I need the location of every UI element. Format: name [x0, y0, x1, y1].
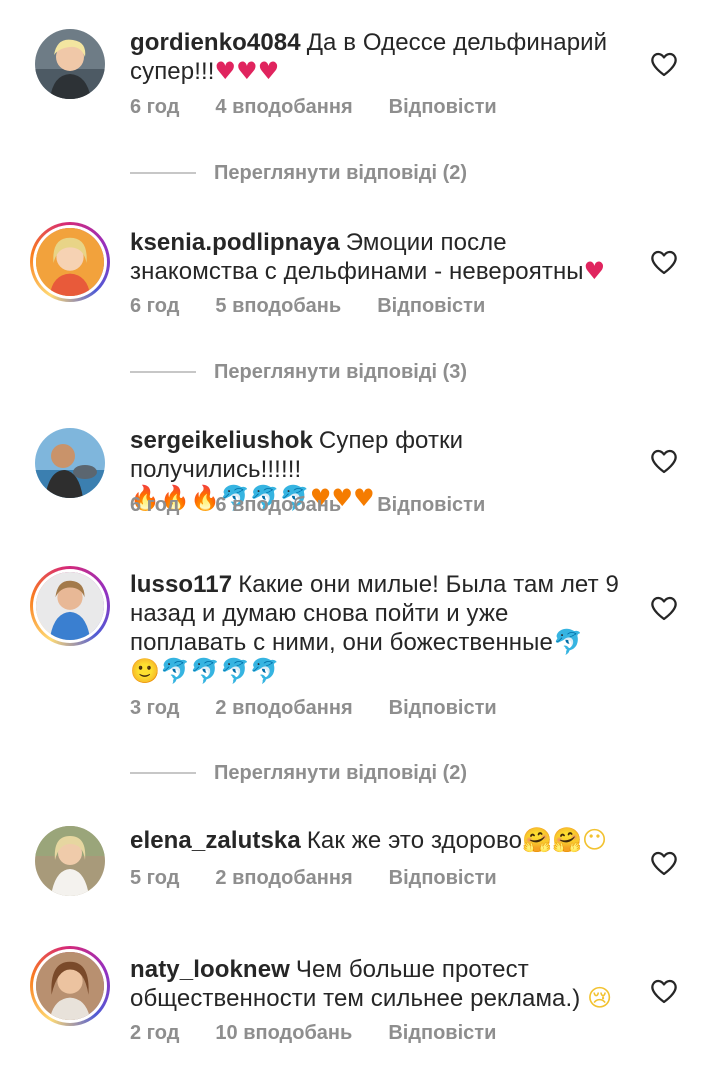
like-heart-icon[interactable]: [650, 978, 678, 1004]
avatar[interactable]: [30, 821, 110, 901]
comment-time: 6 год: [130, 494, 180, 516]
avatar[interactable]: [30, 222, 110, 302]
comment-meta: 6 год 5 вподобань Відповісти: [130, 295, 521, 318]
comment-likes-count[interactable]: 2 вподобання: [215, 697, 352, 719]
comment-username[interactable]: elena_zalutska: [130, 827, 301, 854]
avatar-image: [35, 826, 105, 896]
comment-username[interactable]: gordienko4084: [130, 29, 301, 56]
like-heart-icon[interactable]: [650, 850, 678, 876]
comment-emoji: 😢: [587, 984, 613, 1012]
reply-button[interactable]: Відповісти: [388, 1022, 496, 1044]
avatar[interactable]: [30, 566, 110, 646]
comment-emoji: 🐬: [552, 628, 583, 656]
comment-body: Как же это здорово: [306, 827, 523, 854]
comment-text: lusso117 Какие они милые! Была там лет 9 …: [130, 570, 630, 686]
avatar-image: [36, 228, 104, 296]
avatar-image: [36, 572, 104, 640]
comment-likes-count[interactable]: 10 вподобань: [215, 1022, 352, 1044]
comment-likes-count[interactable]: 5 вподобань: [215, 295, 341, 317]
comment-time: 5 год: [130, 867, 180, 889]
reply-button[interactable]: Відповісти: [389, 867, 497, 889]
replies-divider: [130, 772, 196, 774]
avatar-image: [36, 952, 104, 1020]
view-replies-label[interactable]: Переглянути відповіді (2): [214, 762, 467, 785]
comment-username[interactable]: sergeikeliushok: [130, 427, 313, 454]
comment-text: elena_zalutska Как же это здорово🤗🤗😶: [130, 826, 630, 855]
comment-username[interactable]: lusso117: [130, 571, 232, 598]
comment-emoji: ♥♥♥: [214, 57, 280, 85]
comment-meta: 3 год 2 вподобання Відповісти: [130, 697, 533, 720]
like-heart-icon[interactable]: [650, 595, 678, 621]
like-heart-icon[interactable]: [650, 51, 678, 77]
comment-likes-count[interactable]: 4 вподобання: [215, 96, 352, 118]
comment-text: naty_looknew Чем больше протест обществен…: [130, 955, 630, 1013]
comment-time: 2 год: [130, 1022, 180, 1044]
comment-meta: 5 год 2 вподобання Відповісти: [130, 867, 533, 890]
avatar[interactable]: [30, 423, 110, 503]
replies-divider: [130, 172, 196, 174]
view-replies-label[interactable]: Переглянути відповіді (2): [214, 162, 467, 185]
reply-button[interactable]: Відповісти: [389, 697, 497, 719]
comment-likes-count[interactable]: 2 вподобання: [215, 867, 352, 889]
comment-time: 6 год: [130, 96, 180, 118]
view-replies-label[interactable]: Переглянути відповіді (3): [214, 361, 467, 384]
avatar-image: [35, 29, 105, 99]
view-replies[interactable]: Переглянути відповіді (2): [130, 158, 467, 188]
comment-username[interactable]: naty_looknew: [130, 956, 290, 983]
view-replies[interactable]: Переглянути відповіді (2): [130, 758, 467, 788]
view-replies[interactable]: Переглянути відповіді (3): [130, 357, 467, 387]
comment-username[interactable]: ksenia.podlipnaya: [130, 229, 340, 256]
comment-text: gordienko4084 Да в Одессе дельфинарий суп…: [130, 28, 630, 86]
comment-likes-count[interactable]: 6 вподобань: [215, 494, 341, 516]
comment-text: ksenia.podlipnaya Эмоции после знакомства…: [130, 228, 630, 286]
reply-button[interactable]: Відповісти: [389, 96, 497, 118]
avatar[interactable]: [30, 24, 110, 104]
comment-emoji: 🤗🤗😶: [522, 826, 608, 854]
comment-time: 3 год: [130, 697, 180, 719]
comment-meta: 6 год 6 вподобань Відповісти: [130, 494, 521, 517]
comment-meta: 6 год 4 вподобання Відповісти: [130, 96, 533, 119]
reply-button[interactable]: Відповісти: [377, 494, 485, 516]
replies-divider: [130, 371, 196, 373]
comment-time: 6 год: [130, 295, 180, 317]
comment-emoji: ♥: [583, 257, 606, 285]
avatar[interactable]: [30, 946, 110, 1026]
comment-emoji-line: 🙂🐬🐬🐬🐬: [130, 657, 280, 685]
like-heart-icon[interactable]: [650, 249, 678, 275]
avatar-image: [35, 428, 105, 498]
comment-meta: 2 год 10 вподобань Відповісти: [130, 1022, 532, 1045]
reply-button[interactable]: Відповісти: [377, 295, 485, 317]
like-heart-icon[interactable]: [650, 448, 678, 474]
